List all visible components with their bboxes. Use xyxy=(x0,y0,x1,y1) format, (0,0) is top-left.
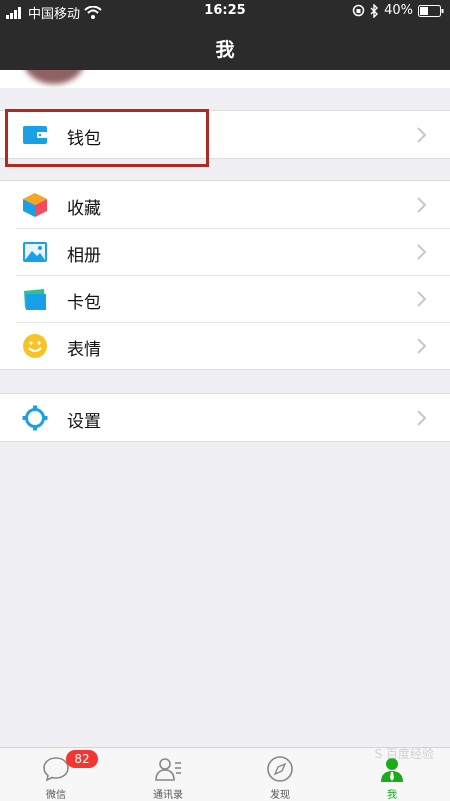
menu-label-favorites: 收藏 xyxy=(67,199,101,219)
tab-label-chats: 微信 xyxy=(46,790,66,801)
tab-discover[interactable]: 发现 xyxy=(224,748,336,801)
chevron-right-icon xyxy=(417,291,427,307)
rotation-lock-icon xyxy=(352,4,365,17)
avatar[interactable] xyxy=(24,70,84,84)
menu-label-card-package: 卡包 xyxy=(67,293,101,313)
status-right: 40% xyxy=(352,3,444,18)
settings-group: 设置 xyxy=(0,393,450,442)
contacts-icon xyxy=(155,758,181,781)
album-photo-icon xyxy=(23,242,47,262)
menu-item-settings[interactable]: 设置 xyxy=(0,394,450,441)
menu-label-emoji: 表情 xyxy=(67,340,101,360)
menu-item-favorites[interactable]: 收藏 xyxy=(0,181,450,228)
menu-label-album: 相册 xyxy=(67,246,101,266)
profile-header[interactable] xyxy=(0,70,450,88)
chevron-right-icon xyxy=(417,127,427,143)
unread-badge: 82 xyxy=(66,750,98,768)
chevron-right-icon xyxy=(417,244,427,260)
menu-item-album[interactable]: 相册 xyxy=(0,228,450,275)
chevron-right-icon xyxy=(417,338,427,354)
watermark: S 百度经验 xyxy=(374,747,434,761)
collections-group: 收藏 相册 卡包 表情 xyxy=(0,180,450,370)
tab-label-discover: 发现 xyxy=(270,790,290,801)
menu-label-settings: 设置 xyxy=(67,412,101,432)
favorites-cube-icon xyxy=(23,193,47,217)
battery-icon xyxy=(418,4,444,17)
card-package-icon xyxy=(24,289,46,310)
wallet-highlight-box xyxy=(5,109,209,167)
tab-chats[interactable]: 82 微信 xyxy=(0,748,112,801)
nav-bar: 我 xyxy=(0,24,450,70)
menu-item-emoji[interactable]: 表情 xyxy=(0,322,450,369)
status-bar: 中国移动 16:25 40% xyxy=(0,0,450,24)
page-title: 我 xyxy=(215,39,235,61)
chevron-right-icon xyxy=(417,410,427,426)
chevron-right-icon xyxy=(417,197,427,213)
menu-item-card-package[interactable]: 卡包 xyxy=(0,275,450,322)
settings-gear-icon xyxy=(22,405,48,431)
tab-contacts[interactable]: 通讯录 xyxy=(112,748,224,801)
emoji-smiley-icon xyxy=(23,334,47,358)
tab-label-me: 我 xyxy=(387,790,397,801)
compass-icon xyxy=(267,756,293,782)
battery-percent: 40% xyxy=(384,3,413,18)
tab-label-contacts: 通讯录 xyxy=(153,790,183,801)
bluetooth-icon xyxy=(370,3,379,18)
